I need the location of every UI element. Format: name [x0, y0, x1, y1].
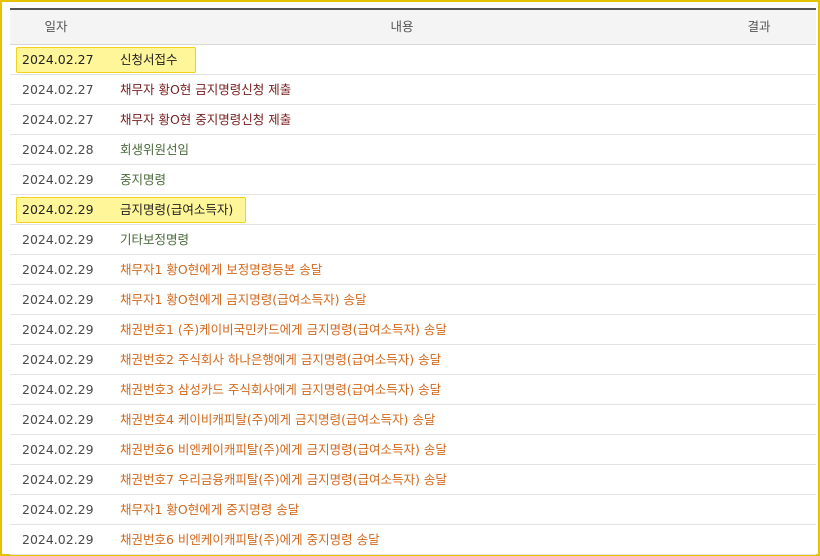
table-header: 일자 내용 결과: [10, 8, 816, 45]
row-date: 2024.02.27: [22, 52, 94, 67]
table-row: 2024.02.29 금지명령(급여소득자): [10, 195, 816, 225]
row-content: 채권번호2 주식회사 하나은행에게 금지명령(급여소득자) 송달: [120, 352, 442, 367]
row-content: 채권번호3 삼성카드 주식회사에게 금지명령(급여소득자) 송달: [120, 382, 442, 397]
row-content: 채권번호7 우리금융캐피탈(주)에게 금지명령(급여소득자) 송달: [120, 472, 447, 487]
row-date: 2024.02.29: [22, 322, 94, 337]
row-content: 채권번호1 (주)케이비국민카드에게 금지명령(급여소득자) 송달: [120, 322, 447, 337]
row-date: 2024.02.29: [22, 412, 94, 427]
row-date: 2024.02.29: [22, 232, 94, 247]
table-row: 2024.02.29 중지명령: [10, 165, 816, 195]
table-row: 2024.02.29 채권번호6 비엔케이캐피탈(주)에게 금지명령(급여소득자)…: [10, 435, 816, 465]
row-date: 2024.02.27: [22, 82, 94, 97]
table-row: 2024.02.29 기타보정명령: [10, 225, 816, 255]
row-content: 기타보정명령: [120, 232, 190, 247]
row-date: 2024.02.29: [22, 382, 94, 397]
row-date: 2024.02.28: [22, 142, 94, 157]
row-content: 채무자 황O현 중지명령신청 제출: [120, 112, 292, 127]
row-date: 2024.02.29: [22, 352, 94, 367]
row-content: 채무자1 황O현에게 보정명령등본 송달: [120, 262, 323, 277]
row-date: 2024.02.29: [22, 202, 94, 217]
row-date: 2024.02.29: [22, 442, 94, 457]
row-date: 2024.02.29: [22, 262, 94, 277]
case-history-table: 일자 내용 결과 2024.02.27 신청서접수 2024.02.27 채무자 황O…: [10, 8, 816, 555]
table-body: 2024.02.27 신청서접수 2024.02.27 채무자 황O현 금지명령신청 …: [10, 45, 816, 555]
row-date: 2024.02.29: [22, 502, 94, 517]
table-row: 2024.02.29 채무자1 황O현에게 금지명령(급여소득자) 송달: [10, 285, 816, 315]
row-date: 2024.02.29: [22, 292, 94, 307]
table-row: 2024.02.27 채무자 황O현 금지명령신청 제출: [10, 75, 816, 105]
table-row: 2024.02.29 채권번호2 주식회사 하나은행에게 금지명령(급여소득자) …: [10, 345, 816, 375]
row-content: 중지명령: [120, 172, 167, 187]
header-content: 내용: [390, 19, 414, 34]
row-content: 채무자 황O현 금지명령신청 제출: [120, 82, 292, 97]
table-row: 2024.02.27 채무자 황O현 중지명령신청 제출: [10, 105, 816, 135]
header-result: 결과: [747, 19, 771, 34]
table-row: 2024.02.27 신청서접수: [10, 45, 816, 75]
row-date: 2024.02.29: [22, 532, 94, 547]
row-content: 금지명령(급여소득자): [120, 202, 234, 217]
row-content: 신청서접수: [120, 52, 178, 67]
table-row: 2024.02.29 채권번호7 우리금융캐피탈(주)에게 금지명령(급여소득자)…: [10, 465, 816, 495]
table-row: 2024.02.29 채권번호6 비엔케이캐피탈(주)에게 중지명령 송달: [10, 525, 816, 555]
table-row: 2024.02.29 채권번호3 삼성카드 주식회사에게 금지명령(급여소득자) …: [10, 375, 816, 405]
row-content: 채무자1 황O현에게 중지명령 송달: [120, 502, 300, 517]
table-row: 2024.02.29 채권번호1 (주)케이비국민카드에게 금지명령(급여소득자)…: [10, 315, 816, 345]
row-content: 채권번호6 비엔케이캐피탈(주)에게 금지명령(급여소득자) 송달: [120, 442, 447, 457]
table-row: 2024.02.29 채무자1 황O현에게 중지명령 송달: [10, 495, 816, 525]
table-row: 2024.02.29 채권번호4 케이비캐피탈(주)에게 금지명령(급여소득자) …: [10, 405, 816, 435]
screenshot-frame: 일자 내용 결과 2024.02.27 신청서접수 2024.02.27 채무자 황O…: [0, 0, 820, 556]
row-content: 채권번호4 케이비캐피탈(주)에게 금지명령(급여소득자) 송달: [120, 412, 436, 427]
row-date: 2024.02.27: [22, 112, 94, 127]
row-content: 채무자1 황O현에게 금지명령(급여소득자) 송달: [120, 292, 367, 307]
row-content: 채권번호6 비엔케이캐피탈(주)에게 중지명령 송달: [120, 532, 380, 547]
row-date: 2024.02.29: [22, 172, 94, 187]
row-content: 회생위원선임: [120, 142, 190, 157]
header-date: 일자: [44, 19, 68, 34]
table-row: 2024.02.29 채무자1 황O현에게 보정명령등본 송달: [10, 255, 816, 285]
row-date: 2024.02.29: [22, 472, 94, 487]
table-row: 2024.02.28 회생위원선임: [10, 135, 816, 165]
